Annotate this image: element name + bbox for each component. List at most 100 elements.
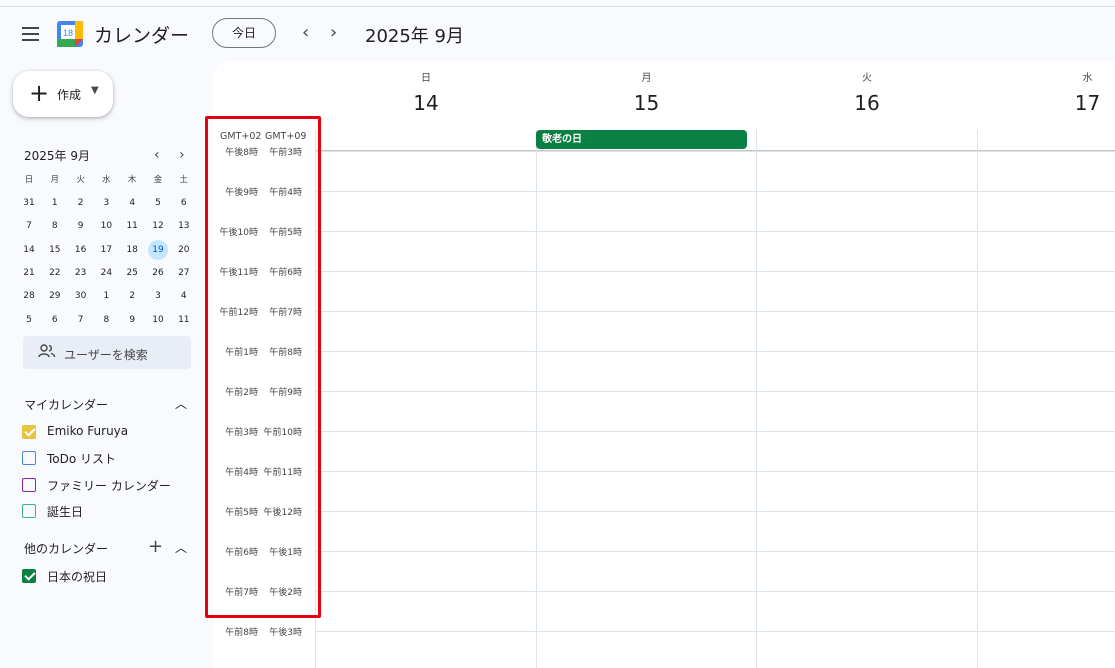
mini-calendar-day[interactable]: 1 xyxy=(94,286,118,306)
my-calendars-title[interactable]: マイカレンダー xyxy=(24,396,108,413)
mini-calendar-day[interactable]: 4 xyxy=(120,193,144,213)
caret-down-icon: ▼ xyxy=(91,85,99,96)
mini-calendar-day[interactable]: 18 xyxy=(120,240,144,260)
calendar-checkbox[interactable] xyxy=(22,477,36,492)
hour-gridline xyxy=(316,151,1115,152)
time-label-primary: 午前8時 xyxy=(225,628,258,638)
mini-calendar-day[interactable]: 8 xyxy=(94,310,118,330)
hour-gridline xyxy=(316,191,1115,192)
mini-calendar-day[interactable]: 29 xyxy=(43,286,67,306)
mini-calendar-title: 2025年 9月 xyxy=(24,149,90,163)
plus-icon: + xyxy=(29,79,50,107)
calendar-checkbox[interactable] xyxy=(22,503,36,518)
mini-calendar-day[interactable]: 19 xyxy=(148,239,168,260)
mini-calendar-day[interactable]: 24 xyxy=(94,263,118,283)
mini-calendar-day[interactable]: 27 xyxy=(172,263,196,283)
mini-calendar-day[interactable]: 6 xyxy=(43,310,67,330)
main-menu-icon[interactable] xyxy=(22,27,39,41)
day-header[interactable]: 日 14 xyxy=(316,61,536,121)
mini-calendar-day[interactable]: 30 xyxy=(69,286,93,306)
other-calendars-title[interactable]: 他のカレンダー xyxy=(24,540,108,557)
mini-calendar-day[interactable]: 13 xyxy=(172,216,196,236)
calendar-label: ToDo リスト xyxy=(47,452,117,467)
mini-calendar-day[interactable]: 3 xyxy=(146,286,170,306)
mini-weekday-label: 水 xyxy=(102,175,111,185)
mini-calendar-day[interactable]: 21 xyxy=(17,263,41,283)
logo-date: 18 xyxy=(63,28,73,38)
chevron-up-icon[interactable]: ︿ xyxy=(175,395,187,412)
day-number[interactable]: 14 xyxy=(316,91,536,115)
calendar-checkbox[interactable] xyxy=(22,425,36,439)
mini-calendar-day[interactable]: 20 xyxy=(172,240,196,260)
mini-calendar-prev-icon[interactable]: ‹ xyxy=(154,147,160,163)
hour-gridline xyxy=(316,471,1115,472)
highlight-box xyxy=(205,116,321,618)
mini-weekday-label: 日 xyxy=(24,175,34,185)
today-button[interactable]: 今日 xyxy=(212,18,276,48)
mini-calendar-day[interactable]: 28 xyxy=(17,286,41,306)
mini-calendar-day[interactable]: 31 xyxy=(17,193,41,213)
day-number[interactable]: 15 xyxy=(537,91,757,115)
mini-weekday-label: 火 xyxy=(76,175,85,185)
day-header[interactable]: 水 17 xyxy=(978,61,1115,121)
mini-weekday-label: 木 xyxy=(127,175,137,185)
mini-calendar-day[interactable]: 10 xyxy=(94,216,118,236)
day-number[interactable]: 17 xyxy=(978,91,1115,115)
mini-calendar-day[interactable]: 26 xyxy=(146,263,170,283)
mini-calendar-day[interactable]: 15 xyxy=(43,240,67,260)
mini-calendar-day[interactable]: 5 xyxy=(17,310,41,330)
mini-calendar-day[interactable]: 10 xyxy=(146,310,170,330)
mini-calendar-next-icon[interactable]: › xyxy=(179,147,185,163)
mini-calendar-day[interactable]: 1 xyxy=(43,193,67,213)
mini-calendar-day[interactable]: 11 xyxy=(172,310,196,330)
mini-calendar-day[interactable]: 25 xyxy=(120,263,144,283)
mini-calendar-day[interactable]: 14 xyxy=(17,240,41,260)
day-column-divider xyxy=(535,130,537,668)
mini-calendar-day[interactable]: 7 xyxy=(17,216,41,236)
mini-calendar-day[interactable]: 22 xyxy=(43,263,67,283)
search-people-label: ユーザーを検索 xyxy=(64,348,148,362)
next-period-icon[interactable]: › xyxy=(330,22,337,43)
all-day-event[interactable]: 敬老の日 xyxy=(536,130,747,149)
mini-weekday-label: 金 xyxy=(153,175,163,185)
calendar-checkbox[interactable] xyxy=(22,451,36,466)
mini-calendar-day[interactable]: 17 xyxy=(94,240,118,260)
hour-gridline xyxy=(316,511,1115,512)
mini-calendar-day[interactable]: 2 xyxy=(120,286,144,306)
mini-calendar-day[interactable]: 9 xyxy=(69,216,93,236)
chevron-up-icon[interactable]: ︿ xyxy=(175,539,187,556)
mini-calendar-day[interactable]: 6 xyxy=(172,193,196,213)
day-header[interactable]: 月 15 xyxy=(537,61,757,121)
search-people-button[interactable]: ユーザーを検索 xyxy=(23,336,191,369)
time-label-secondary: 午後3時 xyxy=(269,628,302,638)
hour-gridline xyxy=(316,271,1115,272)
previous-period-icon[interactable]: ‹ xyxy=(302,22,309,43)
people-icon xyxy=(38,344,56,358)
mini-calendar-day[interactable]: 7 xyxy=(69,310,93,330)
hour-gridline xyxy=(316,551,1115,552)
day-column-divider xyxy=(976,130,978,668)
calendar-label: Emiko Furuya xyxy=(47,424,129,438)
mini-calendar-day[interactable]: 3 xyxy=(94,193,118,213)
add-calendar-icon[interactable]: + xyxy=(148,536,163,557)
hour-gridline xyxy=(316,311,1115,312)
mini-calendar-day[interactable]: 23 xyxy=(69,263,93,283)
calendar-label: 日本の祝日 xyxy=(47,570,108,584)
mini-calendar-day[interactable]: 8 xyxy=(43,216,67,236)
mini-calendar-day[interactable]: 2 xyxy=(69,193,93,213)
mini-calendar-day[interactable]: 16 xyxy=(69,240,93,260)
mini-weekday-label: 月 xyxy=(50,175,60,185)
day-number[interactable]: 16 xyxy=(757,91,977,115)
calendar-logo-icon: 18 xyxy=(57,21,83,47)
mini-calendar-day[interactable]: 12 xyxy=(146,216,170,236)
mini-calendar-day[interactable]: 9 xyxy=(120,310,144,330)
calendar-label: ファミリー カレンダー xyxy=(47,478,171,493)
day-column-divider xyxy=(756,130,757,668)
mini-calendar-day[interactable]: 5 xyxy=(146,193,170,213)
mini-calendar-day[interactable]: 4 xyxy=(172,286,196,306)
calendar-checkbox[interactable] xyxy=(22,569,36,583)
current-period-title: 2025年 9月 xyxy=(365,26,464,47)
create-button[interactable]: + 作成 ▼ xyxy=(13,71,113,117)
day-header[interactable]: 火 16 xyxy=(757,61,977,121)
mini-calendar-day[interactable]: 11 xyxy=(120,216,144,236)
